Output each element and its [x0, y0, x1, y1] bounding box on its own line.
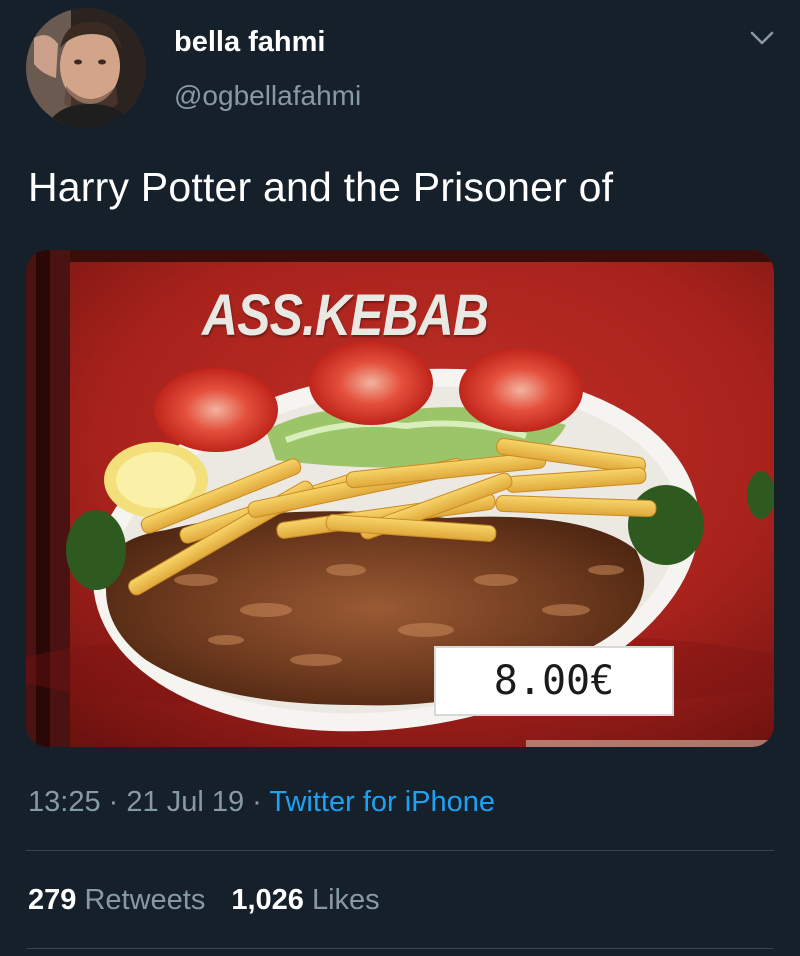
- divider: [26, 948, 774, 949]
- chevron-down-icon[interactable]: [748, 26, 776, 50]
- tweet-date[interactable]: 21 Jul 19: [126, 786, 244, 818]
- meta-separator: ·: [252, 786, 262, 818]
- meta-separator: ·: [108, 786, 119, 818]
- likes-label: Likes: [311, 884, 380, 916]
- retweets-count: 279: [28, 884, 77, 916]
- tweet-metadata: 13:25 · 21 Jul 19 · Twitter for iPhone: [28, 786, 495, 819]
- tweet-time[interactable]: 13:25: [28, 786, 101, 818]
- price-text: 8.00€: [493, 658, 615, 704]
- avatar[interactable]: [26, 8, 146, 128]
- divider: [26, 850, 774, 851]
- tweet-stats: 279 Retweets 1,026 Likes: [28, 884, 380, 917]
- display-name[interactable]: bella fahmi: [174, 26, 326, 59]
- likes-stat[interactable]: 1,026 Likes: [231, 884, 379, 916]
- retweets-label: Retweets: [84, 884, 206, 916]
- likes-count: 1,026: [231, 884, 304, 916]
- user-handle[interactable]: @ogbellafahmi: [174, 80, 361, 112]
- price-label: 8.00€: [434, 646, 674, 716]
- avatar-photo: [26, 8, 146, 128]
- retweets-stat[interactable]: 279 Retweets: [28, 884, 205, 916]
- tweet-text: Harry Potter and the Prisoner of: [28, 164, 614, 210]
- sign-title: ASS.KEBAB: [202, 283, 489, 348]
- tweet-source-link[interactable]: Twitter for iPhone: [269, 786, 495, 818]
